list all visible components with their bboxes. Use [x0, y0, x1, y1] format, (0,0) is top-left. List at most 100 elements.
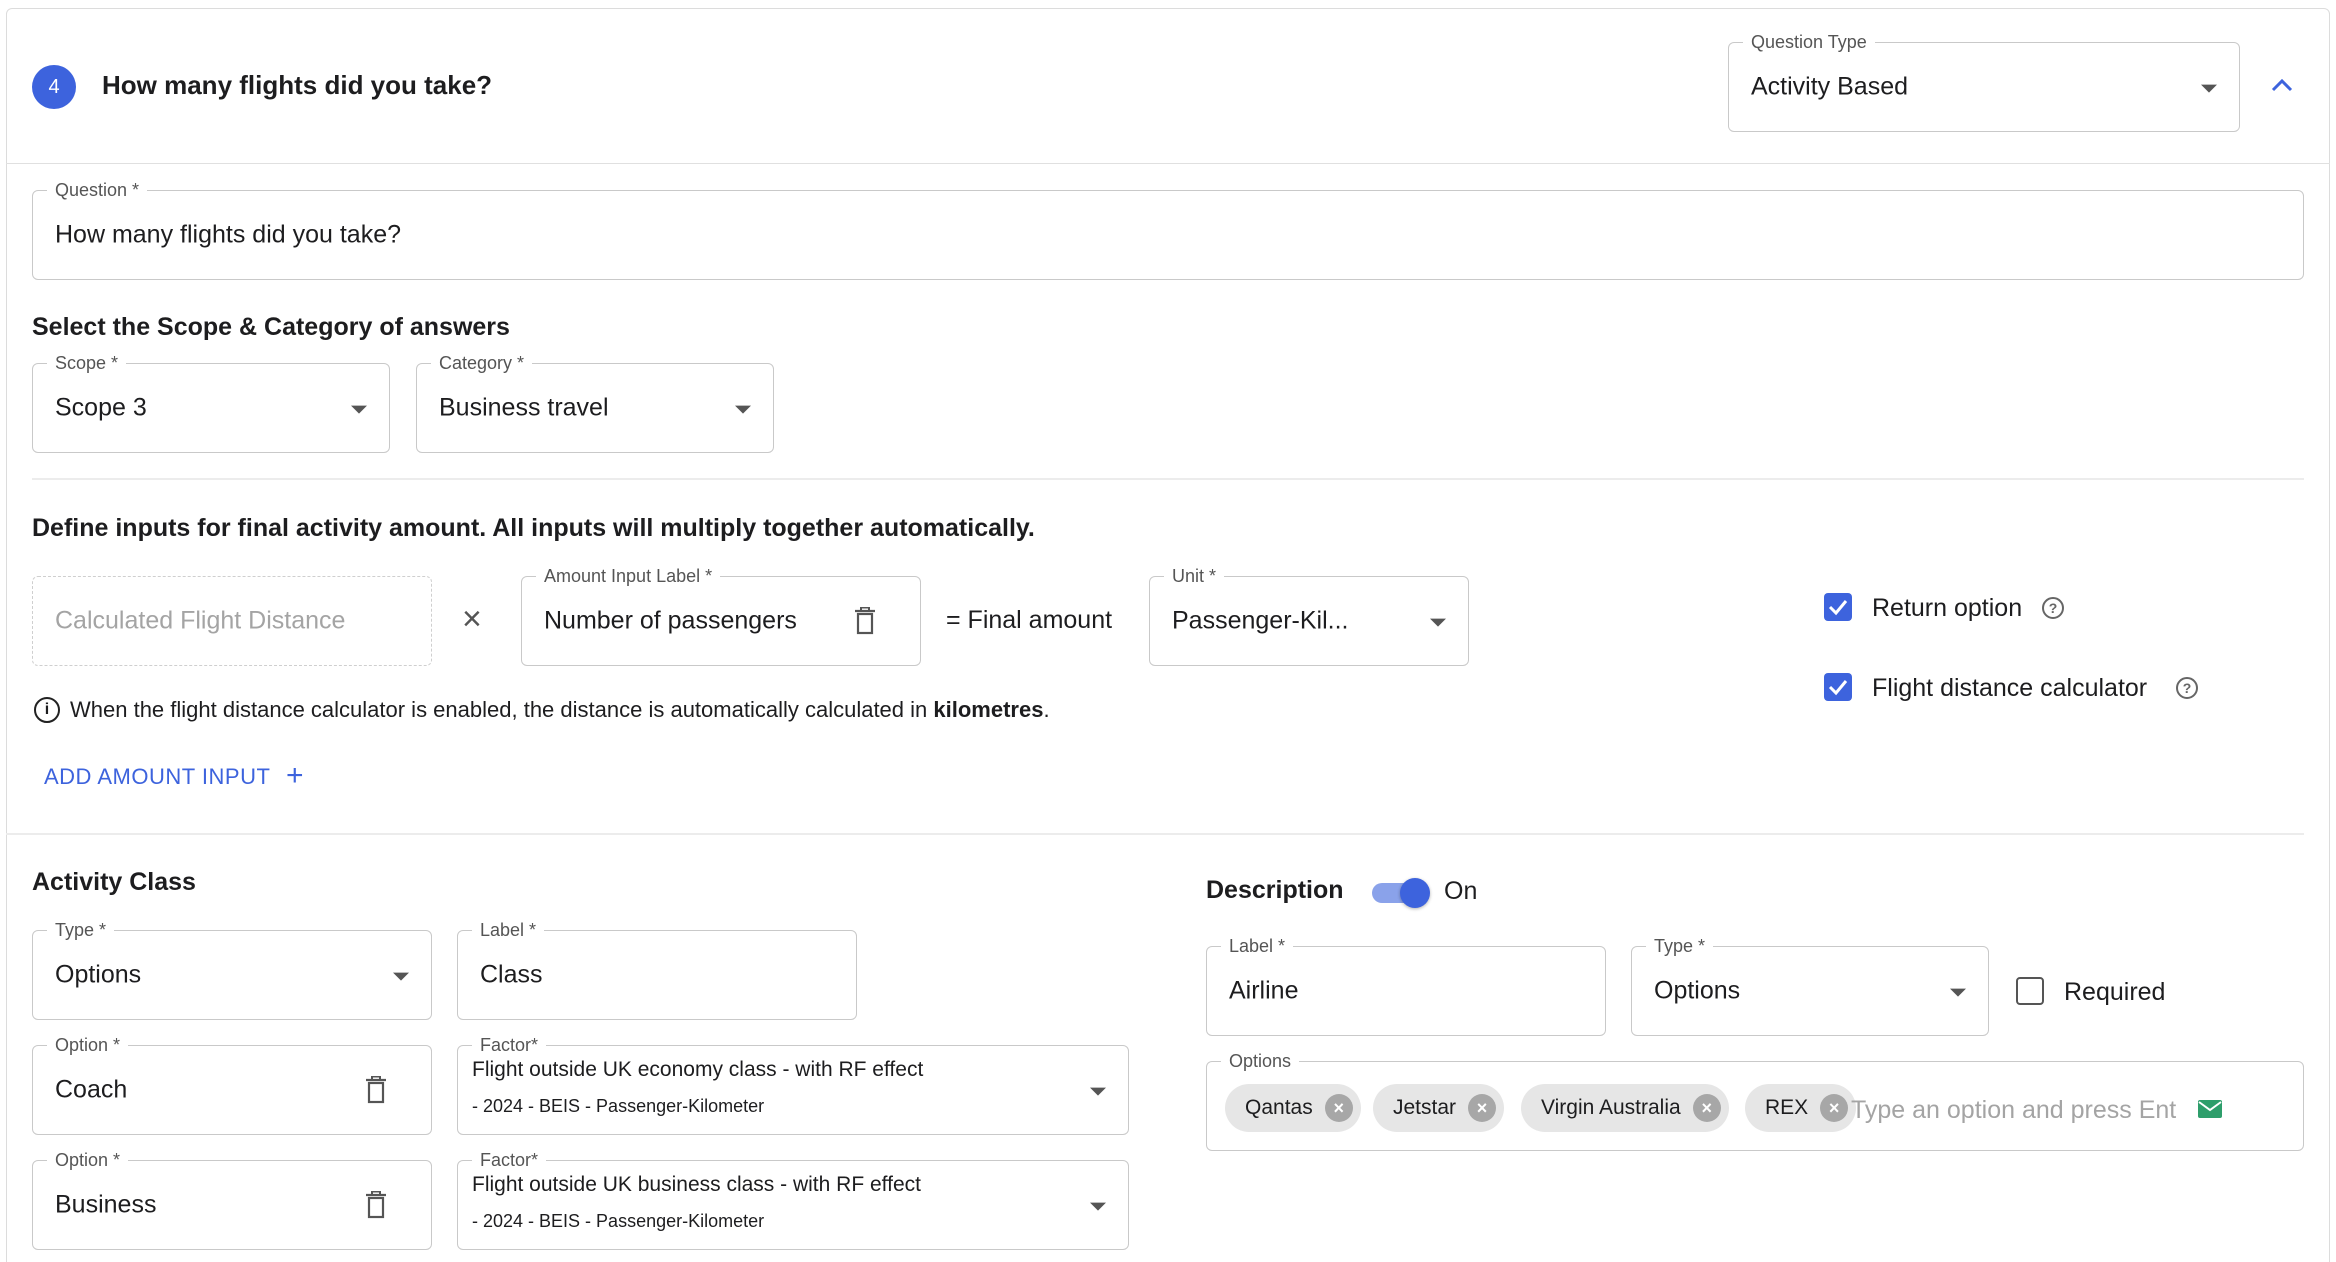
- chevron-down-icon: [1950, 988, 1966, 997]
- activity-label-label: Label *: [472, 919, 545, 941]
- help-circle-icon[interactable]: ?: [2176, 677, 2198, 699]
- chevron-down-icon: [351, 405, 367, 414]
- chevron-down-icon: [2201, 84, 2217, 93]
- option-label: Option *: [47, 1149, 129, 1171]
- chevron-down-icon: [1090, 1202, 1106, 1211]
- activity-type-value: Options: [55, 960, 142, 989]
- close-icon[interactable]: ×: [1468, 1094, 1497, 1122]
- factor-select[interactable]: Factor* Flight outside UK economy class …: [457, 1034, 1129, 1135]
- activity-label-field[interactable]: Label * Class: [457, 919, 857, 1020]
- return-option-label: Return option: [1872, 594, 2023, 622]
- help-circle-icon[interactable]: ?: [2042, 597, 2064, 619]
- return-option-checkbox[interactable]: [1824, 593, 1852, 621]
- option-label: Option *: [47, 1034, 129, 1056]
- unit-select[interactable]: Unit * Passenger-Kil...: [1149, 565, 1469, 666]
- section-divider: [32, 478, 2304, 480]
- header-divider: [6, 163, 2330, 164]
- description-type-label: Type *: [1646, 935, 1714, 957]
- factor-label: Factor*: [472, 1149, 547, 1171]
- option-value: Business: [55, 1190, 157, 1219]
- option-value: Coach: [55, 1075, 128, 1104]
- option-chip: REX ×: [1745, 1084, 1857, 1132]
- question-type-value: Activity Based: [1751, 72, 1909, 101]
- question-type-select[interactable]: Question Type Activity Based: [1728, 31, 2240, 132]
- chevron-down-icon: [393, 972, 409, 981]
- question-field-value: How many flights did you take?: [55, 220, 402, 249]
- category-select[interactable]: Category * Business travel: [416, 352, 774, 453]
- email-icon: [2198, 1100, 2222, 1118]
- calculated-flight-distance-placeholder: Calculated Flight Distance: [55, 606, 346, 635]
- flight-distance-calculator-label: Flight distance calculator: [1872, 674, 2148, 702]
- description-type-select[interactable]: Type * Options: [1631, 935, 1989, 1036]
- option-field[interactable]: Option * Business: [32, 1149, 432, 1250]
- plus-icon[interactable]: +: [286, 761, 304, 791]
- scope-select[interactable]: Scope * Scope 3: [32, 352, 390, 453]
- options-label: Options: [1221, 1050, 1300, 1072]
- options-chip-input[interactable]: Options Qantas × Jetstar × Virgin Austra…: [1206, 1050, 2304, 1151]
- factor-label: Factor*: [472, 1034, 547, 1056]
- flight-distance-calculator-checkbox[interactable]: [1824, 673, 1852, 701]
- toggle-state-label: On: [1444, 877, 1478, 905]
- activity-type-select[interactable]: Type * Options: [32, 919, 432, 1020]
- chevron-down-icon: [1430, 618, 1446, 627]
- amount-input-label-field[interactable]: Amount Input Label * Number of passenger…: [521, 565, 921, 666]
- unit-value: Passenger-Kil...: [1172, 606, 1349, 635]
- scope-label: Scope *: [47, 352, 127, 374]
- amount-input-label: Amount Input Label *: [536, 565, 721, 587]
- chip-label: Jetstar: [1393, 1096, 1457, 1119]
- options-input-placeholder[interactable]: Type an option and press Ent: [1851, 1096, 2191, 1125]
- chip-label: Qantas: [1245, 1096, 1313, 1119]
- option-chip: Virgin Australia ×: [1521, 1084, 1729, 1132]
- required-label: Required: [2064, 978, 2166, 1006]
- description-type-value: Options: [1654, 976, 1741, 1005]
- scope-section-title: Select the Scope & Category of answers: [32, 313, 510, 341]
- factor-select[interactable]: Factor* Flight outside UK business class…: [457, 1149, 1129, 1250]
- description-title: Description: [1206, 876, 1344, 904]
- section-divider: [6, 833, 2304, 835]
- close-icon[interactable]: ×: [1324, 1094, 1353, 1122]
- close-icon[interactable]: ×: [1820, 1094, 1849, 1122]
- scope-value: Scope 3: [55, 393, 147, 422]
- chip-label: Virgin Australia: [1541, 1096, 1681, 1119]
- chevron-up-icon[interactable]: [2271, 78, 2293, 92]
- question-field[interactable]: Question * How many flights did you take…: [32, 179, 2304, 280]
- trash-icon[interactable]: [854, 606, 876, 635]
- description-label-value: Airline: [1229, 976, 1299, 1005]
- toggle-knob: [1400, 878, 1430, 908]
- calculated-flight-distance-field: Calculated Flight Distance: [32, 576, 432, 666]
- chevron-down-icon: [1090, 1087, 1106, 1096]
- final-amount-text: = Final amount: [946, 606, 1113, 634]
- factor-name: Flight outside UK business class - with …: [472, 1173, 921, 1196]
- step-number-badge: 4: [32, 65, 76, 109]
- description-toggle[interactable]: [1370, 875, 1430, 909]
- amount-input-value: Number of passengers: [544, 606, 797, 635]
- activity-class-title: Activity Class: [32, 868, 196, 896]
- multiply-symbol: ×: [462, 600, 482, 638]
- option-chip: Qantas ×: [1225, 1084, 1361, 1132]
- question-field-label: Question *: [47, 179, 148, 201]
- unit-label: Unit *: [1164, 565, 1225, 587]
- question-title: How many flights did you take?: [102, 70, 493, 100]
- chevron-down-icon: [735, 405, 751, 414]
- description-label-field[interactable]: Label * Airline: [1206, 935, 1606, 1036]
- question-type-label: Question Type: [1743, 31, 1875, 53]
- option-chip: Jetstar ×: [1373, 1084, 1505, 1132]
- add-amount-input-button[interactable]: ADD AMOUNT INPUT: [44, 764, 270, 790]
- info-text: When the flight distance calculator is e…: [70, 697, 1050, 722]
- activity-label-value: Class: [480, 960, 543, 989]
- info-icon: i: [34, 697, 60, 723]
- description-label-label: Label *: [1221, 935, 1294, 957]
- category-label: Category *: [431, 352, 533, 374]
- chip-label: REX: [1765, 1096, 1809, 1119]
- close-icon[interactable]: ×: [1692, 1094, 1721, 1122]
- category-value: Business travel: [439, 393, 609, 422]
- required-checkbox[interactable]: [2016, 977, 2044, 1005]
- factor-meta: - 2024 - BEIS - Passenger-Kilometer: [472, 1096, 765, 1116]
- trash-icon[interactable]: [365, 1075, 387, 1104]
- trash-icon[interactable]: [365, 1190, 387, 1219]
- factor-meta: - 2024 - BEIS - Passenger-Kilometer: [472, 1211, 765, 1231]
- inputs-section-title: Define inputs for final activity amount.…: [32, 514, 1035, 542]
- activity-type-label: Type *: [47, 919, 115, 941]
- option-field[interactable]: Option * Coach: [32, 1034, 432, 1135]
- factor-name: Flight outside UK economy class - with R…: [472, 1058, 924, 1081]
